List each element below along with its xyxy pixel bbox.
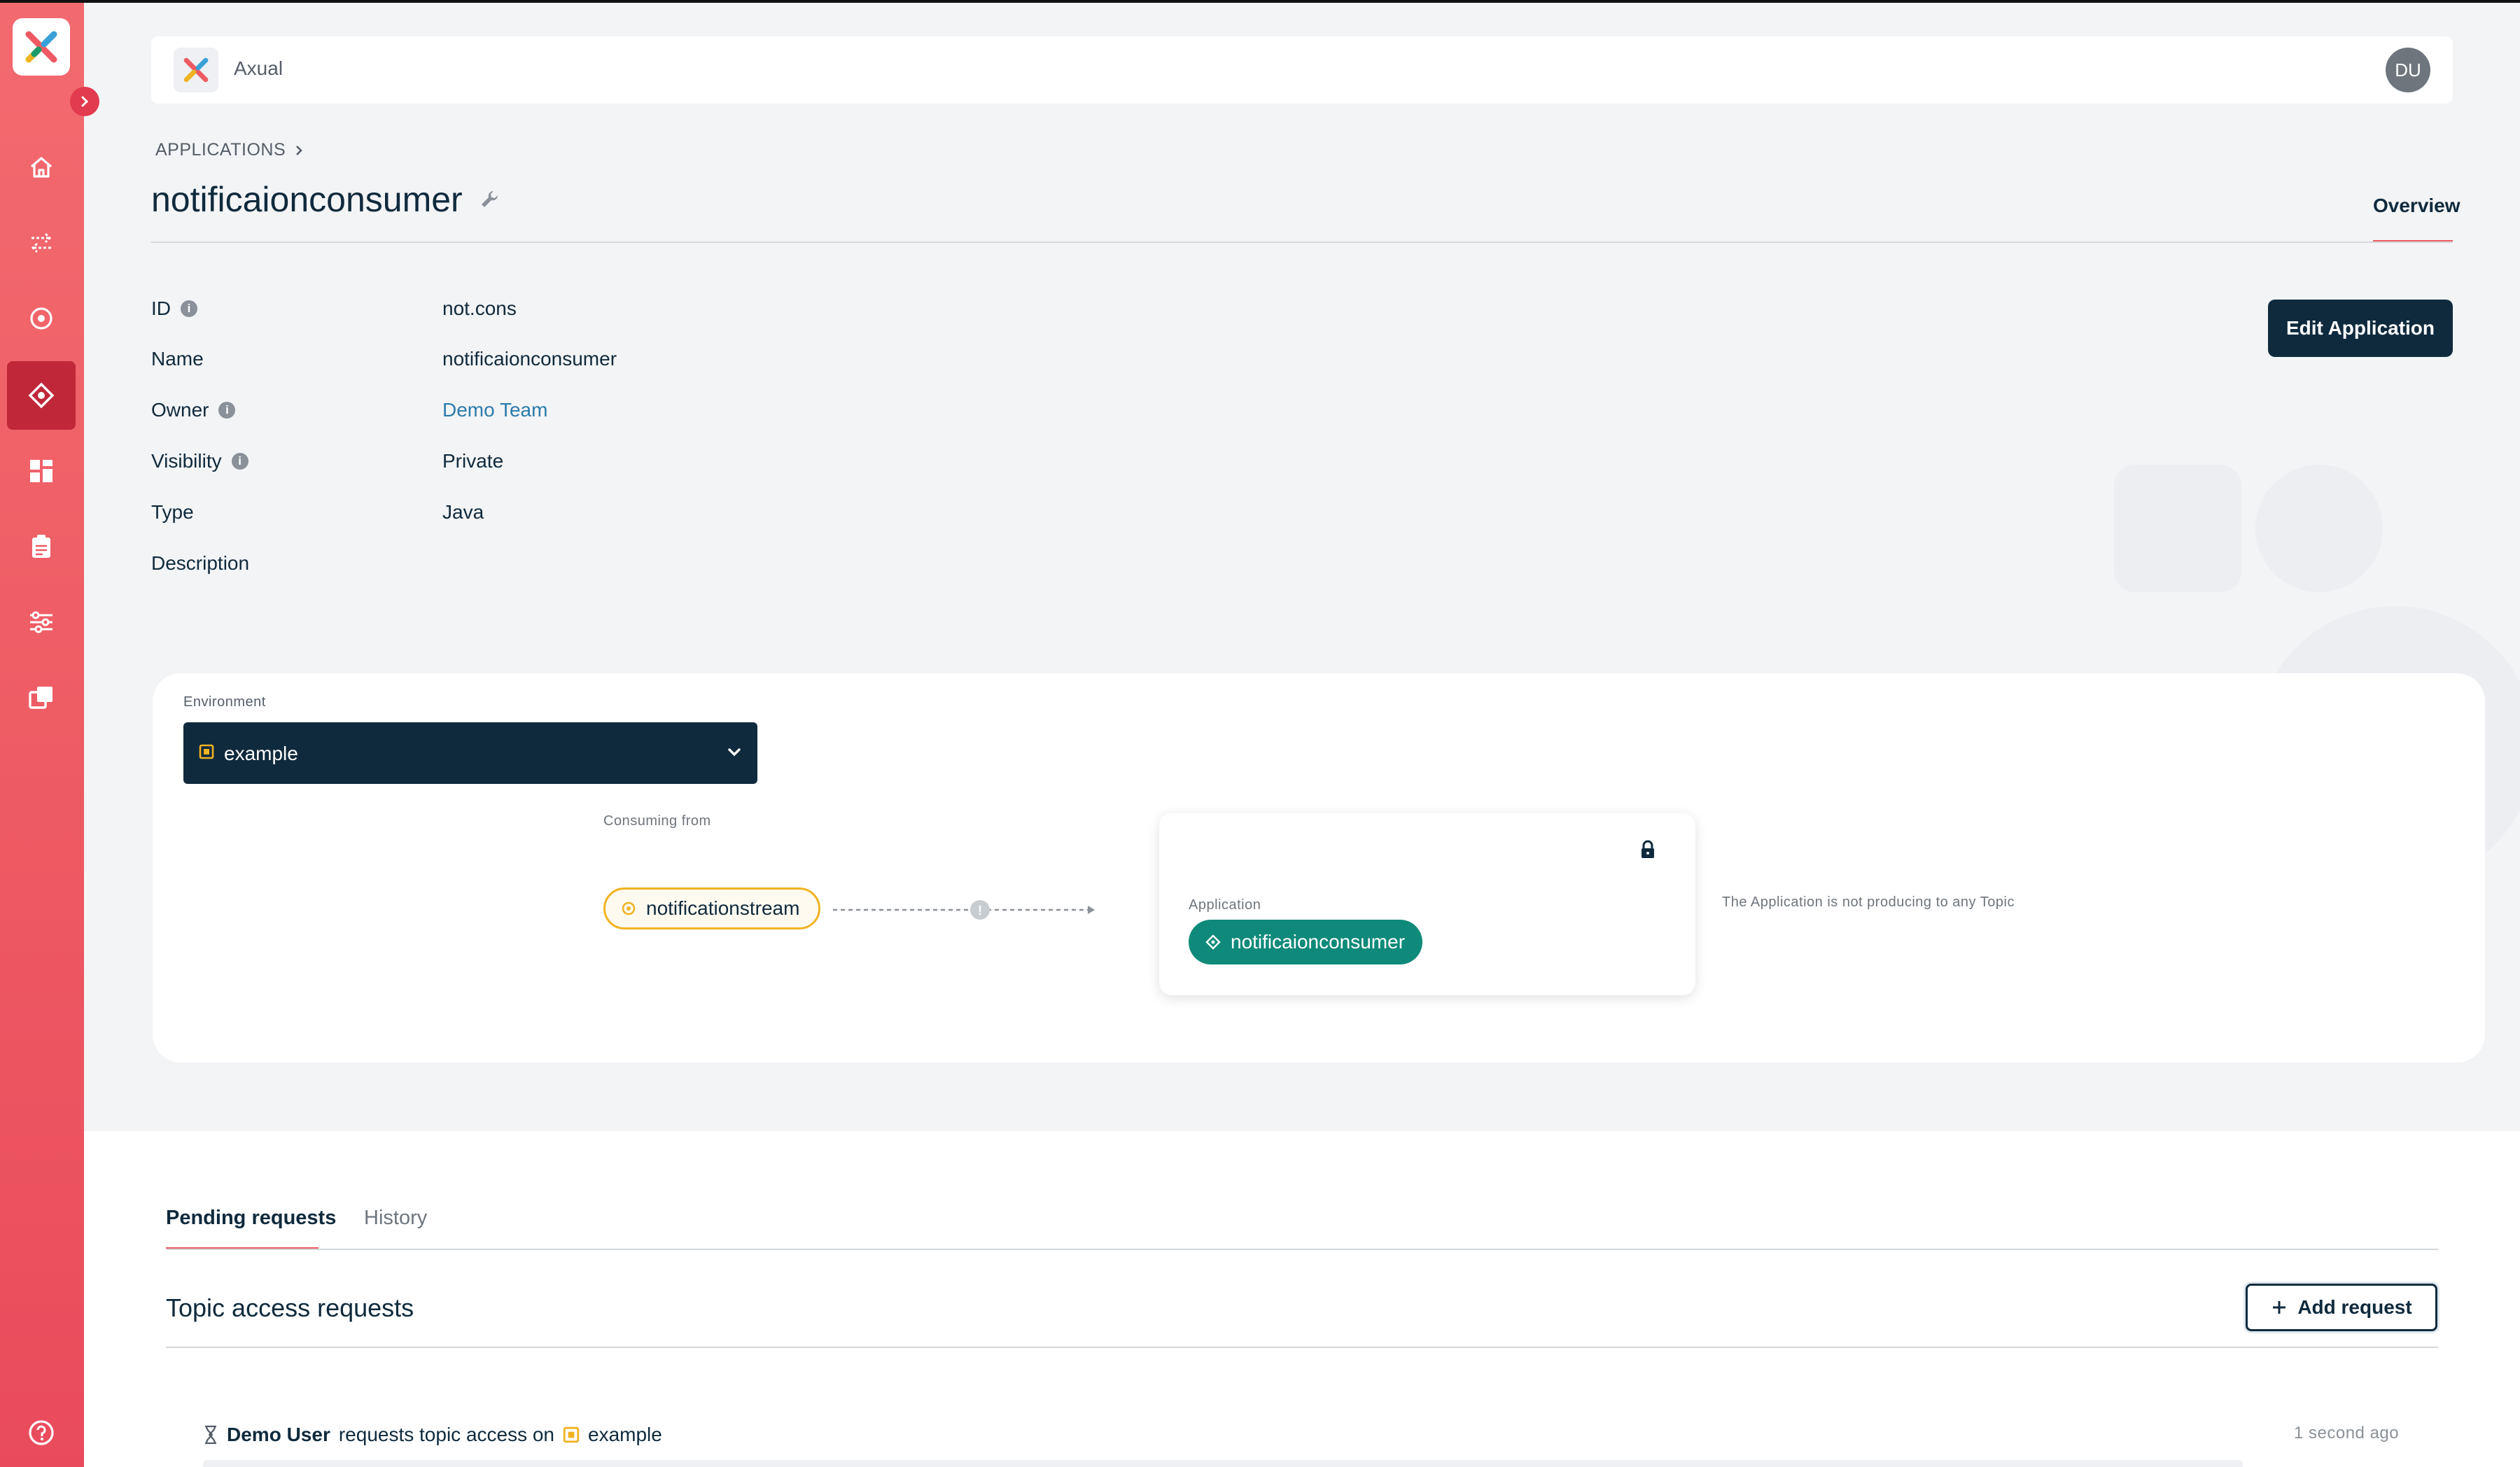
owner-link[interactable]: Demo Team: [442, 399, 547, 421]
header-logo[interactable]: [174, 48, 218, 92]
hourglass-icon: [205, 1425, 216, 1445]
request-item[interactable]: Demo User requests topic access on examp…: [203, 1424, 662, 1446]
property-label: Type: [151, 501, 194, 523]
section-divider: [166, 1347, 2438, 1348]
settings-sliders-icon: [30, 611, 52, 633]
help-icon: [29, 1420, 54, 1445]
streams-icon: [31, 232, 52, 253]
request-environment: example: [588, 1424, 662, 1445]
environment-label: Environment: [183, 694, 266, 710]
property-value: notificaionconsumer: [442, 348, 617, 370]
property-label: Name: [151, 348, 204, 370]
add-request-label: Add request: [2297, 1296, 2412, 1318]
property-value: not.cons: [442, 297, 517, 319]
property-value: Java: [442, 501, 484, 523]
application-label: Application: [1189, 897, 1261, 913]
topic-access-requests-title: Topic access requests: [166, 1293, 414, 1322]
applications-icon: [28, 382, 55, 409]
add-request-button[interactable]: Add request: [2246, 1284, 2437, 1331]
property-label: Visibility i: [151, 450, 248, 472]
environment-diagram-card: Environment example Consuming from notif…: [153, 673, 2485, 1062]
sidebar-expand-button[interactable]: [70, 87, 99, 116]
property-label: ID i: [151, 297, 197, 320]
tabs-divider: [166, 1249, 2438, 1250]
info-icon[interactable]: i: [181, 300, 197, 317]
application-name: notificaionconsumer: [1231, 931, 1406, 953]
chevron-down-icon: [728, 748, 741, 757]
no-producing-message: The Application is not producing to any …: [1722, 894, 2015, 910]
request-row-background: [203, 1460, 2243, 1467]
environment-icon: [563, 1426, 580, 1443]
request-timestamp: 1 second ago: [2294, 1424, 2400, 1443]
sidebar-item-streams[interactable]: [7, 209, 76, 277]
header-title: Axual: [234, 57, 284, 79]
property-row-owner: Owner i Demo Team: [151, 399, 851, 427]
sidebar-item-copy[interactable]: [7, 664, 76, 732]
application-node-card: Application notificaionconsumer: [1159, 813, 1695, 995]
property-label: Description: [151, 552, 250, 574]
property-row-id: ID i not.cons: [151, 297, 851, 325]
decorative-square: [2114, 465, 2241, 592]
property-row-type: Type Java: [151, 501, 851, 529]
stream-node[interactable]: notificationstream: [603, 887, 820, 929]
environment-icon: [199, 744, 214, 759]
request-user: Demo User: [227, 1424, 330, 1445]
user-avatar[interactable]: DU: [2386, 48, 2430, 92]
tab-pending-requests[interactable]: Pending requests: [166, 1207, 336, 1230]
copy-icon: [29, 687, 52, 709]
property-row-description: Description: [151, 552, 851, 580]
property-row-name: Name notificaionconsumer: [151, 348, 851, 376]
lock-icon: [1642, 840, 1654, 858]
consuming-from-label: Consuming from: [603, 813, 711, 829]
sidebar-item-approvals[interactable]: [7, 512, 76, 581]
sidebar: [0, 3, 99, 1467]
breadcrumb-applications-link[interactable]: APPLICATIONS: [155, 140, 286, 160]
property-label: Owner i: [151, 399, 236, 421]
sidebar-item-applications[interactable]: [7, 361, 76, 430]
environment-select[interactable]: example: [183, 722, 757, 784]
breadcrumb: APPLICATIONS: [155, 140, 304, 160]
requests-section: Pending requests History Topic access re…: [84, 1131, 2520, 1467]
sidebar-item-dashboard[interactable]: [7, 437, 76, 505]
edit-application-button[interactable]: Edit Application: [2268, 300, 2453, 357]
property-value: Private: [442, 450, 504, 472]
top-header: Axual DU: [151, 36, 2453, 104]
title-divider: [151, 241, 2453, 243]
info-icon[interactable]: i: [231, 453, 248, 470]
info-icon[interactable]: i: [218, 402, 236, 419]
axual-logo-icon: [183, 57, 209, 83]
property-row-visibility: Visibility i Private: [151, 450, 851, 478]
tab-history[interactable]: History: [364, 1207, 427, 1230]
plus-icon: [2273, 1301, 2286, 1314]
chevron-right-icon: [81, 96, 89, 107]
tab-overview[interactable]: Overview: [2373, 195, 2460, 217]
home-icon: [30, 157, 52, 178]
sidebar-item-topics[interactable]: [7, 284, 76, 353]
target-icon: [30, 307, 52, 330]
page-title-text: notificaionconsumer: [151, 180, 463, 219]
application-node[interactable]: notificaionconsumer: [1189, 920, 1422, 964]
stream-to-app-connector: !: [833, 900, 1095, 920]
sidebar-item-home[interactable]: [7, 133, 76, 202]
application-diamond-icon: [1205, 934, 1221, 950]
axual-logo[interactable]: [13, 18, 70, 76]
svg-text:!: !: [978, 904, 982, 918]
dashboard-icon: [30, 460, 52, 482]
sidebar-item-help[interactable]: [7, 1398, 76, 1467]
axual-logo-icon: [25, 31, 57, 63]
environment-value: example: [224, 743, 298, 764]
stream-target-icon: [622, 901, 636, 915]
stream-name: notificationstream: [646, 897, 800, 919]
window-top-edge: [0, 0, 2520, 3]
wrench-icon[interactable]: [478, 188, 500, 211]
page-title: notificaionconsumer: [151, 179, 500, 220]
clipboard-icon: [32, 535, 50, 558]
sidebar-item-settings[interactable]: [7, 588, 76, 657]
request-text: requests topic access on: [338, 1424, 555, 1445]
decorative-circle: [2255, 465, 2383, 592]
chevron-right-icon: [296, 145, 302, 155]
